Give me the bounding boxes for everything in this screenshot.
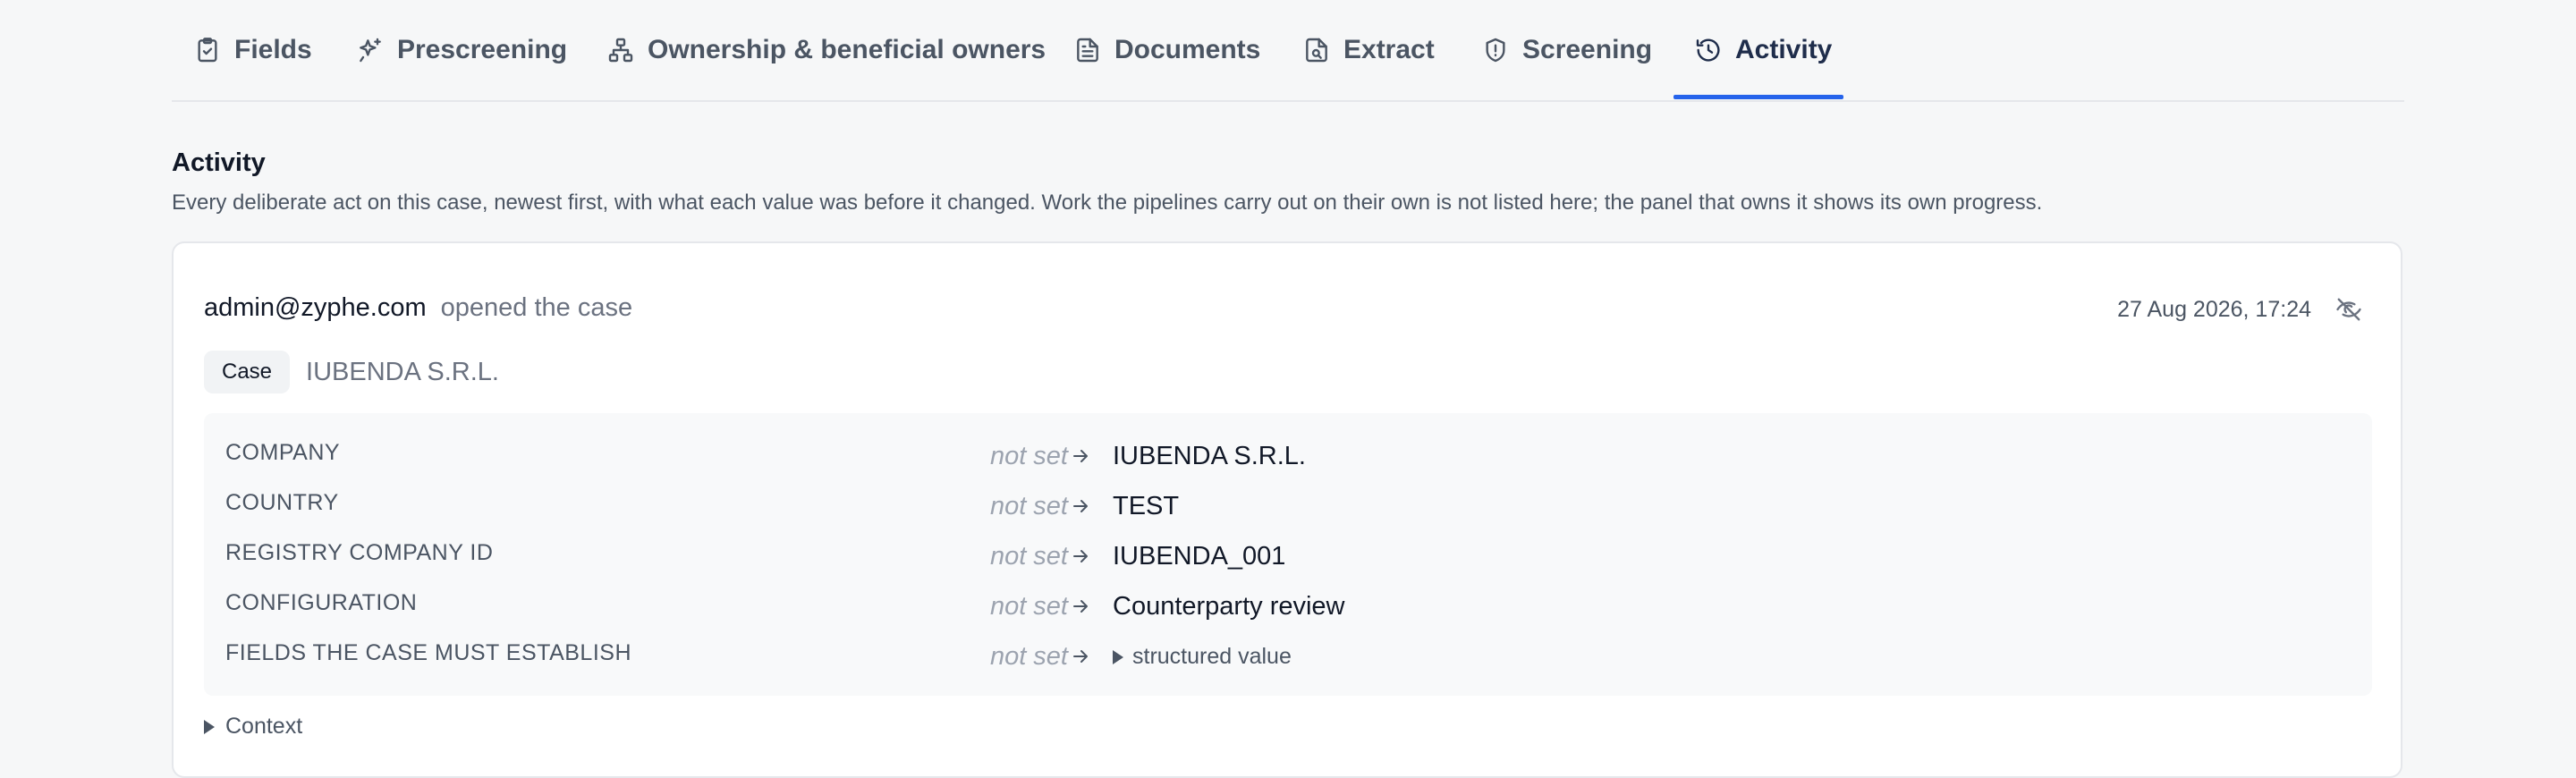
change-new-value: TEST: [1113, 492, 1180, 520]
arrow-right-icon: [1070, 445, 1091, 467]
tab-label: Prescreening: [397, 35, 568, 64]
event-header: admin@zyphe.com opened the case: [204, 293, 632, 323]
hierarchy-icon: [608, 38, 633, 63]
tab-label: Screening: [1522, 35, 1653, 64]
activity-event-card: admin@zyphe.com opened the case 27 Aug 2…: [172, 241, 2402, 778]
disclosure-triangle-icon: [204, 719, 215, 734]
entity-name: IUBENDA S.R.L.: [306, 357, 499, 386]
tab-prescreening[interactable]: Prescreening: [356, 0, 567, 100]
tab-label: Documents: [1114, 35, 1261, 64]
section-description: Every deliberate act on this case, newes…: [172, 190, 2043, 215]
clipboard-check-icon: [198, 38, 217, 63]
change-field: REGISTRY COMPANY ID: [225, 540, 494, 565]
active-tab-indicator: [1674, 95, 1843, 99]
history-icon: [1696, 38, 1720, 62]
shield-icon: [1486, 38, 1505, 63]
change-row: REGISTRY COMPANY ID not set IUBENDA_001: [204, 529, 2372, 579]
tab-ownership[interactable]: Ownership & beneficial owners: [606, 0, 1046, 100]
tab-fields[interactable]: Fields: [193, 0, 312, 100]
arrow-right-icon: [1070, 646, 1091, 667]
file-search-icon: [1306, 38, 1327, 63]
tab-label: Fields: [234, 35, 312, 64]
change-new-value: IUBENDA S.R.L.: [1113, 442, 1306, 470]
arrow-right-icon: [1070, 545, 1091, 567]
context-label: Context: [225, 714, 303, 739]
disclosure-triangle-icon: [1113, 649, 1123, 664]
change-row: COMPANY not set IUBENDA S.R.L.: [204, 429, 2372, 479]
change-row: FIELDS THE CASE MUST ESTABLISH not set s…: [204, 630, 2372, 680]
change-row: COUNTRY not set TEST: [204, 479, 2372, 529]
structured-value-toggle[interactable]: structured value: [1113, 644, 1292, 670]
event-verb: opened the case: [440, 293, 633, 322]
change-new-value: IUBENDA_001: [1113, 542, 1286, 571]
context-toggle[interactable]: Context: [204, 714, 302, 740]
change-list: COMPANY not set IUBENDA S.R.L. COUNTRY n…: [204, 413, 2372, 696]
change-old-value: not set: [989, 642, 1068, 671]
tab-label: Extract: [1343, 35, 1435, 64]
change-old-value: not set: [989, 542, 1068, 571]
entity-type-badge: Case: [204, 351, 291, 393]
tab-screening[interactable]: Screening: [1481, 0, 1652, 100]
activity-page: Fields Prescreening Ownership & benefici…: [172, 0, 2404, 778]
tab-label: Activity: [1735, 35, 1833, 64]
section-title: Activity: [172, 148, 266, 177]
change-field: COMPANY: [225, 440, 341, 465]
tab-activity[interactable]: Activity: [1694, 0, 1832, 100]
tab-bar: Fields Prescreening Ownership & benefici…: [172, 0, 2404, 102]
arrow-right-icon: [1070, 596, 1091, 617]
event-actor: admin@zyphe.com: [204, 293, 427, 322]
sparkles-icon: [360, 38, 381, 63]
arrow-right-icon: [1070, 495, 1091, 517]
tab-documents[interactable]: Documents: [1073, 0, 1260, 100]
change-field: COUNTRY: [225, 490, 339, 515]
event-entity: Case IUBENDA S.R.L.: [204, 351, 499, 393]
change-field: CONFIGURATION: [225, 590, 418, 615]
tab-label: Ownership & beneficial owners: [648, 35, 1046, 64]
change-old-value: not set: [989, 492, 1068, 520]
change-old-value: not set: [989, 442, 1068, 470]
change-row: CONFIGURATION not set Counterparty revie…: [204, 579, 2372, 630]
eye-off-icon: [2336, 298, 2361, 321]
hide-event-button[interactable]: [2329, 290, 2368, 329]
change-old-value: not set: [989, 592, 1068, 621]
tab-extract[interactable]: Extract: [1302, 0, 1435, 100]
event-timestamp: 27 Aug 2026, 17:24: [2117, 297, 2311, 322]
document-icon: [1077, 38, 1098, 63]
change-field: FIELDS THE CASE MUST ESTABLISH: [225, 640, 632, 665]
change-new-value: Counterparty review: [1113, 592, 1345, 621]
structured-value-label: structured value: [1132, 644, 1292, 669]
